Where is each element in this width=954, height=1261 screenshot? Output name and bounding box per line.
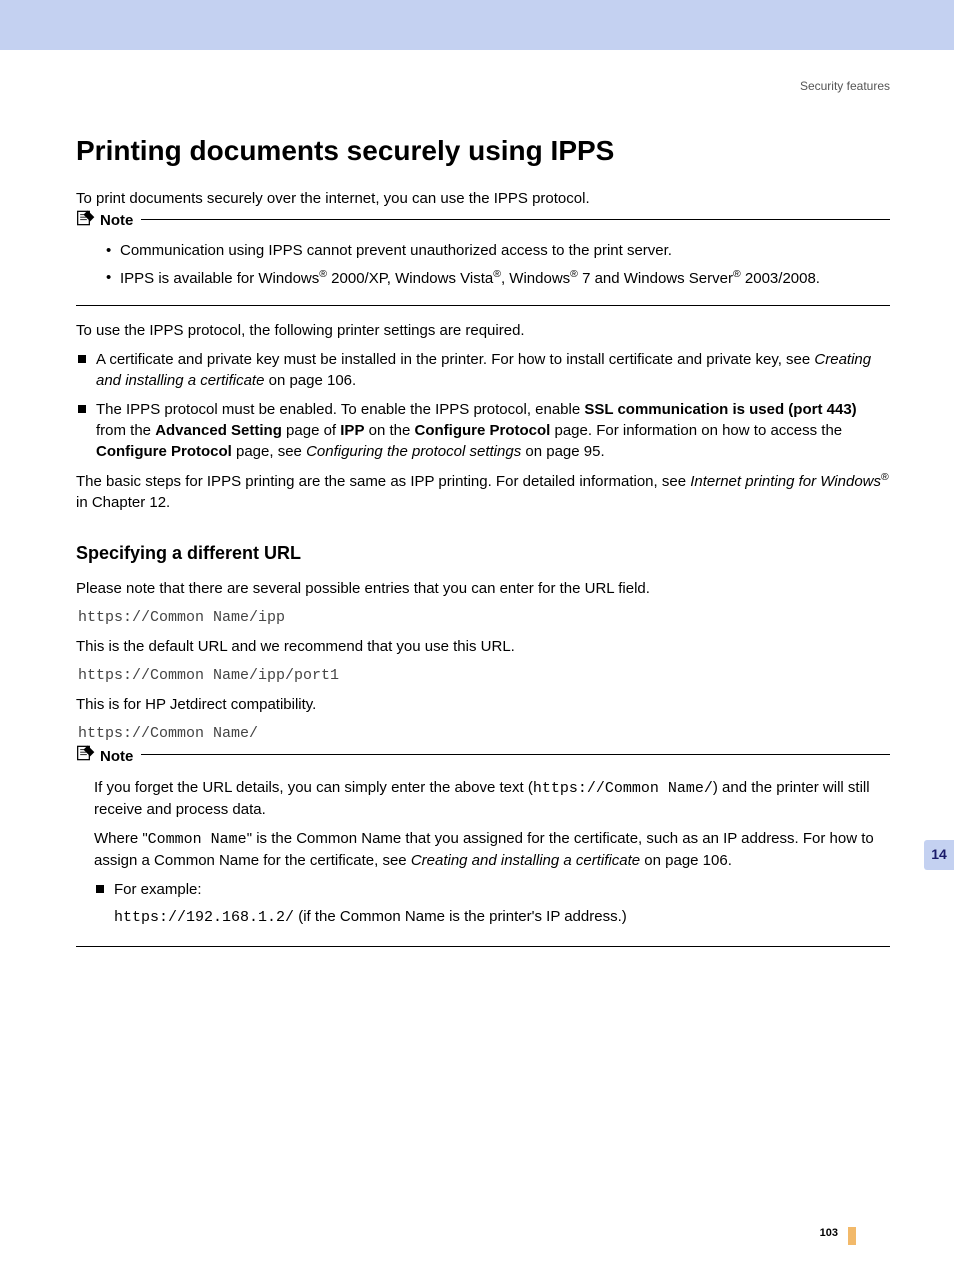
code-url-default: https://Common Name/ipp — [78, 607, 890, 628]
note-title: Note — [76, 208, 141, 234]
top-accent-bar — [0, 0, 954, 50]
note1-item-2: IPPS is available for Windows® 2000/XP, … — [120, 267, 890, 289]
page-number: 103 — [820, 1226, 838, 1241]
note2-example: For example: https://192.168.1.2/ (if th… — [114, 879, 890, 928]
paragraph-basic-steps: The basic steps for IPPS printing are th… — [76, 470, 890, 513]
paragraph-url-entries: Please note that there are several possi… — [76, 578, 890, 599]
note2-forget-url: If you forget the URL details, you can s… — [94, 777, 890, 820]
note-label: Note — [100, 746, 133, 767]
paragraph-settings-required: To use the IPPS protocol, the following … — [76, 320, 890, 341]
running-header: Security features — [76, 78, 890, 95]
intro-paragraph: To print documents securely over the int… — [76, 188, 890, 209]
note-block-1: Note Communication using IPPS cannot pre… — [76, 219, 890, 306]
paragraph-jetdirect: This is for HP Jetdirect compatibility. — [76, 694, 890, 715]
paragraph-default-url: This is the default URL and we recommend… — [76, 636, 890, 657]
note-title-2: Note — [76, 743, 141, 769]
chapter-tab: 14 — [924, 840, 954, 870]
link-internet-printing[interactable]: Internet printing for Windows — [690, 473, 881, 490]
note-block-2: Note If you forget the URL details, you … — [76, 754, 890, 947]
code-url-port1: https://Common Name/ipp/port1 — [78, 665, 890, 686]
code-url-root: https://Common Name/ — [78, 723, 890, 744]
page-title: Printing documents securely using IPPS — [76, 131, 890, 170]
note1-item-1: Communication using IPPS cannot prevent … — [120, 240, 890, 261]
req-certificate: A certificate and private key must be in… — [96, 349, 890, 391]
link-config-protocol[interactable]: Configuring the protocol settings — [306, 443, 521, 460]
requirements-list: A certificate and private key must be in… — [76, 349, 890, 462]
note2-example-list: For example: https://192.168.1.2/ (if th… — [94, 879, 890, 928]
pencil-note-icon — [76, 208, 96, 234]
page-number-accent — [848, 1227, 856, 1245]
link-creating-cert-2[interactable]: Creating and installing a certificate — [411, 852, 640, 869]
subheading-url: Specifying a different URL — [76, 541, 890, 566]
note2-common-name: Where "Common Name" is the Common Name t… — [94, 828, 890, 871]
page-content: Security features Printing documents sec… — [0, 50, 954, 1261]
req-enable-ipps: The IPPS protocol must be enabled. To en… — [96, 399, 890, 462]
pencil-note-icon — [76, 743, 96, 769]
note-label: Note — [100, 210, 133, 231]
note1-list: Communication using IPPS cannot prevent … — [94, 240, 890, 289]
